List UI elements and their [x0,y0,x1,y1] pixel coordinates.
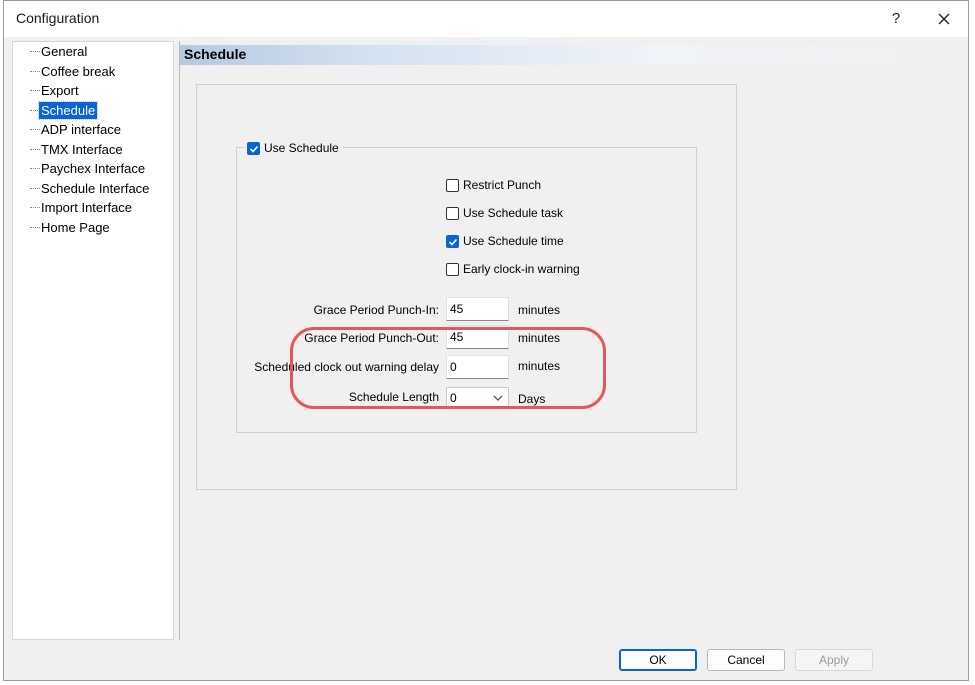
page-title: Schedule [184,46,247,62]
grace-in-unit: minutes [518,303,561,317]
tree-item-label: Schedule [37,101,99,120]
early-clock-in-checkbox[interactable]: Early clock-in warning [446,260,580,278]
grace-out-label: Grace Period Punch-Out: [304,331,439,345]
configuration-dialog: Configuration ? General Coffee break Exp… [3,0,969,681]
use-schedule-task-checkbox[interactable]: Use Schedule task [446,204,563,222]
restrict-punch-checkbox[interactable]: Restrict Punch [446,176,541,194]
restrict-punch-label: Restrict Punch [463,178,542,192]
early-clock-in-label: Early clock-in warning [463,262,580,276]
grace-out-unit: minutes [518,331,561,345]
tree-item-schedule[interactable]: Schedule [13,101,173,120]
schedule-length-value: 0 [450,391,457,405]
settings-content: Schedule Use Schedule Restrict Punch Use… [179,41,966,640]
title-bar: Configuration ? [4,1,968,37]
settings-tree: General Coffee break Export Schedule ADP… [12,41,174,640]
tree-item-label: Schedule Interface [41,181,150,196]
tree-item-label: General [41,44,88,59]
close-button[interactable] [924,5,964,33]
schedule-panel: Use Schedule Restrict Punch Use Schedule… [196,84,737,490]
checkbox-checked-icon [247,141,260,155]
checkbox-checked-icon [446,234,459,248]
schedule-length-unit: Days [518,392,546,406]
tree-item-paychex-interface[interactable]: Paychex Interface [13,159,173,178]
clock-out-delay-unit: minutes [518,359,561,373]
tree-item-label: Paychex Interface [41,161,146,176]
clock-out-delay-label: Scheduled clock out warning delay [254,360,439,374]
use-schedule-checkbox[interactable]: Use Schedule [245,139,343,157]
tree-item-label: Coffee break [41,64,116,79]
tree-item-import-interface[interactable]: Import Interface [13,198,173,217]
section-header: Schedule [180,45,966,65]
ok-button[interactable]: OK [619,649,697,671]
tree-item-schedule-interface[interactable]: Schedule Interface [13,179,173,198]
schedule-length-label: Schedule Length [348,390,439,404]
help-button[interactable]: ? [876,5,916,33]
tree-item-tmx-interface[interactable]: TMX Interface [13,140,173,159]
use-schedule-label: Use Schedule [264,141,339,155]
apply-button[interactable]: Apply [795,649,873,671]
tree-item-label: Home Page [41,220,110,235]
close-icon [938,13,950,25]
tree-item-export[interactable]: Export [13,81,173,100]
checkbox-icon [446,206,459,220]
tree-item-general[interactable]: General [13,42,173,61]
tree-item-label: ADP interface [41,122,121,137]
tree-item-label: TMX Interface [41,142,123,157]
grace-in-input[interactable]: 45 [446,297,509,321]
grace-out-input[interactable]: 45 [446,325,509,349]
checkbox-icon [446,262,459,276]
tree-item-home-page[interactable]: Home Page [13,218,173,237]
tree-item-coffee-break[interactable]: Coffee break [13,62,173,81]
use-schedule-time-checkbox[interactable]: Use Schedule time [446,232,564,250]
tree-item-label: Export [41,83,79,98]
cancel-button[interactable]: Cancel [707,649,785,671]
grace-in-label: Grace Period Punch-In: [313,303,439,317]
tree-item-label: Import Interface [41,200,133,215]
chevron-down-icon [493,395,503,401]
checkbox-icon [446,178,459,192]
window-title: Configuration [16,10,100,26]
schedule-length-select[interactable]: 0 [446,387,509,409]
tree-item-adp-interface[interactable]: ADP interface [13,120,173,139]
clock-out-delay-input[interactable]: 0 [446,355,509,379]
use-schedule-time-label: Use Schedule time [463,234,564,248]
use-schedule-task-label: Use Schedule task [463,206,564,220]
